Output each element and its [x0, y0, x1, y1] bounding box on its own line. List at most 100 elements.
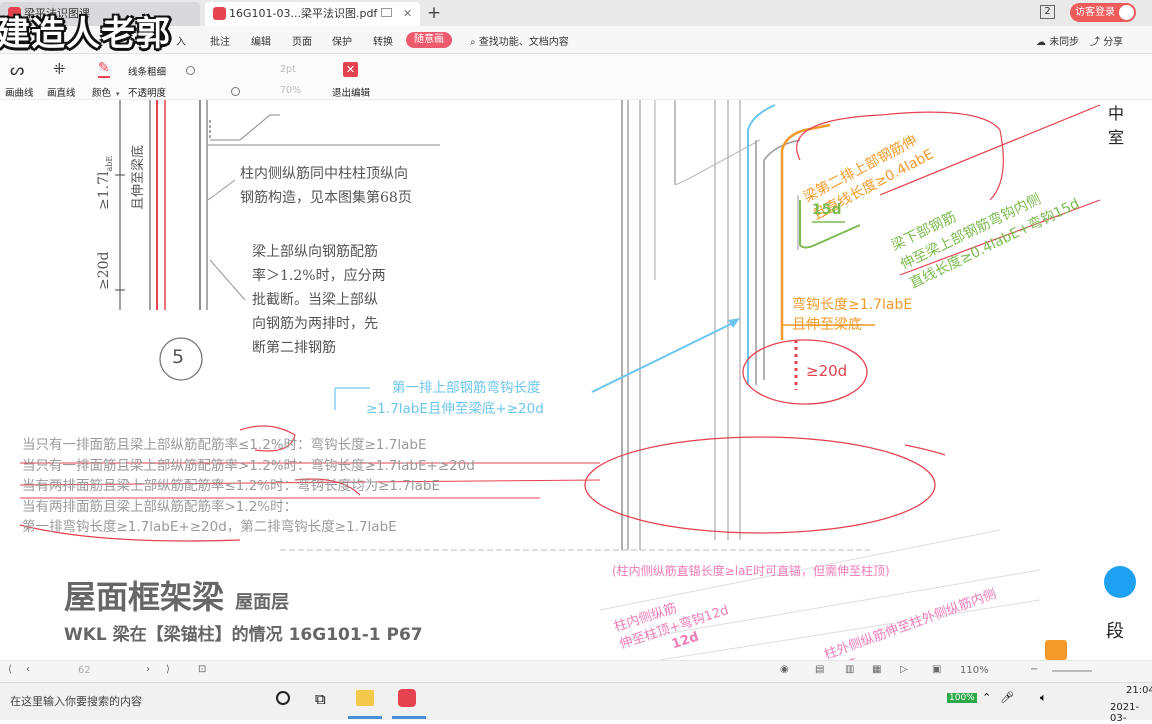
zoom-slider[interactable]	[1052, 670, 1092, 672]
monitor-icon[interactable]	[381, 8, 392, 17]
menu-free-draw[interactable]: 随意画	[406, 32, 452, 48]
right-edge-text: 中 室	[1108, 102, 1124, 150]
opacity-slider-handle[interactable]	[231, 87, 240, 96]
dimension-label-top: ≥1.7labE	[96, 156, 114, 210]
close-tab-icon[interactable]: ✕	[403, 2, 412, 26]
battery-indicator[interactable]: 100%	[947, 693, 977, 703]
zoom-out-icon[interactable]: −	[1030, 664, 1038, 675]
thickness-label: 线条粗细	[128, 67, 167, 78]
windows-search-input[interactable]: 在这里输入你要搜索的内容	[10, 693, 142, 709]
next-page-icon[interactable]: ›	[146, 664, 150, 675]
green-15d-label: 15d	[812, 202, 842, 218]
menu-page[interactable]: 页面	[292, 33, 312, 48]
share-button[interactable]: ⤴ 分享	[1090, 33, 1123, 48]
exit-edit-icon[interactable]: ✕	[343, 62, 358, 77]
draw-curve-label[interactable]: 画曲线	[5, 85, 34, 99]
hook-length-rules: 当只有一排面筋且梁上部纵筋配筋率≤1.2%时：弯钩长度≥1.7labE 当只有一…	[22, 435, 475, 538]
curve-pen-icon[interactable]: ᔕ	[10, 60, 24, 79]
last-page-icon[interactable]: ⟩	[166, 664, 170, 675]
right-edge-glyph: 段	[1106, 621, 1124, 642]
pink-direct-anchor-note: (柱内侧纵筋直锚长度≥laE时可直锚，但需伸至柱顶)	[612, 564, 890, 578]
floating-assist-button[interactable]	[1104, 566, 1136, 598]
sync-status[interactable]: ☁ 未同步	[1036, 33, 1079, 48]
exit-edit-label[interactable]: 退出编辑	[332, 85, 370, 99]
note-line: 批截断。当梁上部纵	[252, 292, 378, 308]
cloud-icon: ☁	[1036, 37, 1046, 48]
menu-convert[interactable]: 转换	[373, 33, 393, 48]
share-label: 分享	[1103, 37, 1124, 48]
leader-line	[207, 179, 236, 201]
draw-line-label[interactable]: 画直线	[47, 85, 76, 99]
line-tool-icon[interactable]: ⁜	[53, 60, 66, 78]
clock-time[interactable]: 21:04	[1126, 685, 1152, 696]
caption-title-sub: 屋面层	[235, 592, 290, 613]
blue-note-line: ≥1.7labE且伸至梁底+≥20d	[366, 401, 544, 417]
cortana-icon[interactable]	[276, 691, 290, 705]
note-line: 梁上部纵向钢筋配筋	[252, 244, 378, 260]
play-icon[interactable]: ▷	[900, 664, 908, 675]
ink-toolbar: ᔕ 画曲线 ⁜ 画直线 ✎ 颜色 ▾ 线条粗细 2pt 不透明度 70% ✕ 退…	[0, 54, 1152, 100]
color-label[interactable]: 颜色	[92, 85, 111, 99]
tab-pdf-document[interactable]: 16G101-03...梁平法识图.pdf ✕	[205, 2, 420, 26]
zoom-level[interactable]: 110%	[960, 665, 989, 676]
sync-label: 未同步	[1049, 37, 1080, 48]
dimension-label-top-tail: 且伸至梁底	[131, 144, 146, 210]
windows-taskbar: 在这里输入你要搜索的内容 ⧉ 100% ⌃ 🎤︎ 🔈︎ 21:04 2021-0…	[0, 682, 1152, 724]
rule-line: 当有两排面筋且梁上部纵筋配筋率≤1.2%时：弯钩长度均为≥1.7labE	[22, 478, 441, 494]
menu-annotate[interactable]: 批注	[210, 33, 230, 48]
search-tool[interactable]: ⌕ 查找功能、文档内容	[470, 33, 569, 48]
login-button[interactable]: 访客登录	[1070, 3, 1136, 22]
tray-chevron-icon[interactable]: ⌃	[982, 691, 991, 704]
title-bar: 梁平法识图课 16G101-03...梁平法识图.pdf ✕ + 2 访客登录	[0, 0, 1152, 26]
rule-line: 当有两排面筋且梁上部纵筋配筋率>1.2%时：	[22, 498, 298, 515]
document-page[interactable]: ≥1.7labE 且伸至梁底 ≥20d 柱内侧纵筋同中柱柱顶纵向 钢筋构造，见本…	[0, 100, 1152, 660]
dimension-value: ≥1.7l	[96, 171, 112, 210]
pdf-icon	[213, 7, 226, 20]
thickness-value[interactable]: 2pt	[280, 64, 296, 75]
file-explorer-icon[interactable]	[356, 690, 374, 706]
note-line: 向钢筋为两排时，先	[252, 316, 378, 332]
new-tab-button[interactable]: +	[424, 3, 444, 23]
login-label: 访客登录	[1075, 7, 1115, 18]
microphone-icon[interactable]: 🎤︎	[1000, 691, 1014, 704]
first-row-rebar-blue	[747, 104, 776, 385]
clock-date[interactable]: 2021-03-	[1110, 702, 1152, 724]
menu-insert[interactable]: 入	[176, 33, 186, 48]
scroll-icon[interactable]: ▦	[872, 664, 881, 675]
two-page-icon[interactable]: ▥	[845, 664, 854, 675]
opacity-label: 不透明度	[128, 88, 167, 99]
tab-pdf-label: 16G101-03...梁平法识图.pdf	[229, 7, 378, 20]
single-page-icon[interactable]: ▤	[815, 664, 824, 675]
prev-page-icon[interactable]: ‹	[26, 664, 30, 675]
pen-color-icon[interactable]: ✎	[98, 60, 110, 78]
dimension-subscript: abE	[104, 155, 114, 172]
color-dropdown-icon[interactable]: ▾	[116, 90, 120, 98]
note-line: 钢筋构造，见本图集第68页	[240, 190, 412, 206]
pdf-app-icon[interactable]	[398, 689, 416, 707]
rule-line: 第一排弯钩长度≥1.7labE+≥20d，第二排弯钩长度≥1.7labE	[22, 519, 397, 535]
task-view-icon[interactable]: ⧉	[315, 690, 326, 708]
thickness-dot-icon[interactable]	[186, 66, 195, 75]
volume-icon[interactable]: 🔈︎	[1040, 691, 1047, 705]
watermark: 建造人老郭	[0, 14, 171, 54]
rotate-page-icon[interactable]: ⊡	[198, 664, 206, 675]
note-line: 弯钩长度≥1.7labE	[792, 297, 913, 313]
page-number-input[interactable]: 62	[78, 665, 91, 676]
caption-title: 屋面框架梁	[64, 578, 225, 616]
active-app-indicator	[392, 716, 426, 719]
menu-edit[interactable]: 编辑	[251, 33, 271, 48]
menu-protect[interactable]: 保护	[332, 33, 352, 48]
first-page-icon[interactable]: ⟨	[8, 664, 12, 675]
red-ink-stroke	[904, 444, 946, 456]
detail-number: 5	[172, 346, 185, 368]
opacity-value[interactable]: 70%	[280, 85, 301, 96]
window-count-badge[interactable]: 2	[1040, 5, 1055, 19]
note-line: 柱内侧纵筋同中柱柱顶纵向	[240, 166, 408, 182]
page-caption-title: 屋面框架梁 屋面层	[64, 572, 289, 618]
fit-icon[interactable]: ▣	[932, 664, 941, 675]
input-method-icon[interactable]	[1045, 640, 1067, 660]
blue-note-line: 第一排上部钢筋弯钩长度	[392, 380, 541, 396]
status-bar: ⟨ ‹ 62 › ⟩ ⊡ ◉ ▤ ▥ ▦ ▷ ▣ 110% −	[0, 660, 1152, 682]
eye-icon[interactable]: ◉	[780, 664, 789, 675]
rule-line: 当只有一排面筋且梁上部纵筋配筋率≤1.2%时：弯钩长度≥1.7labE	[22, 437, 427, 453]
